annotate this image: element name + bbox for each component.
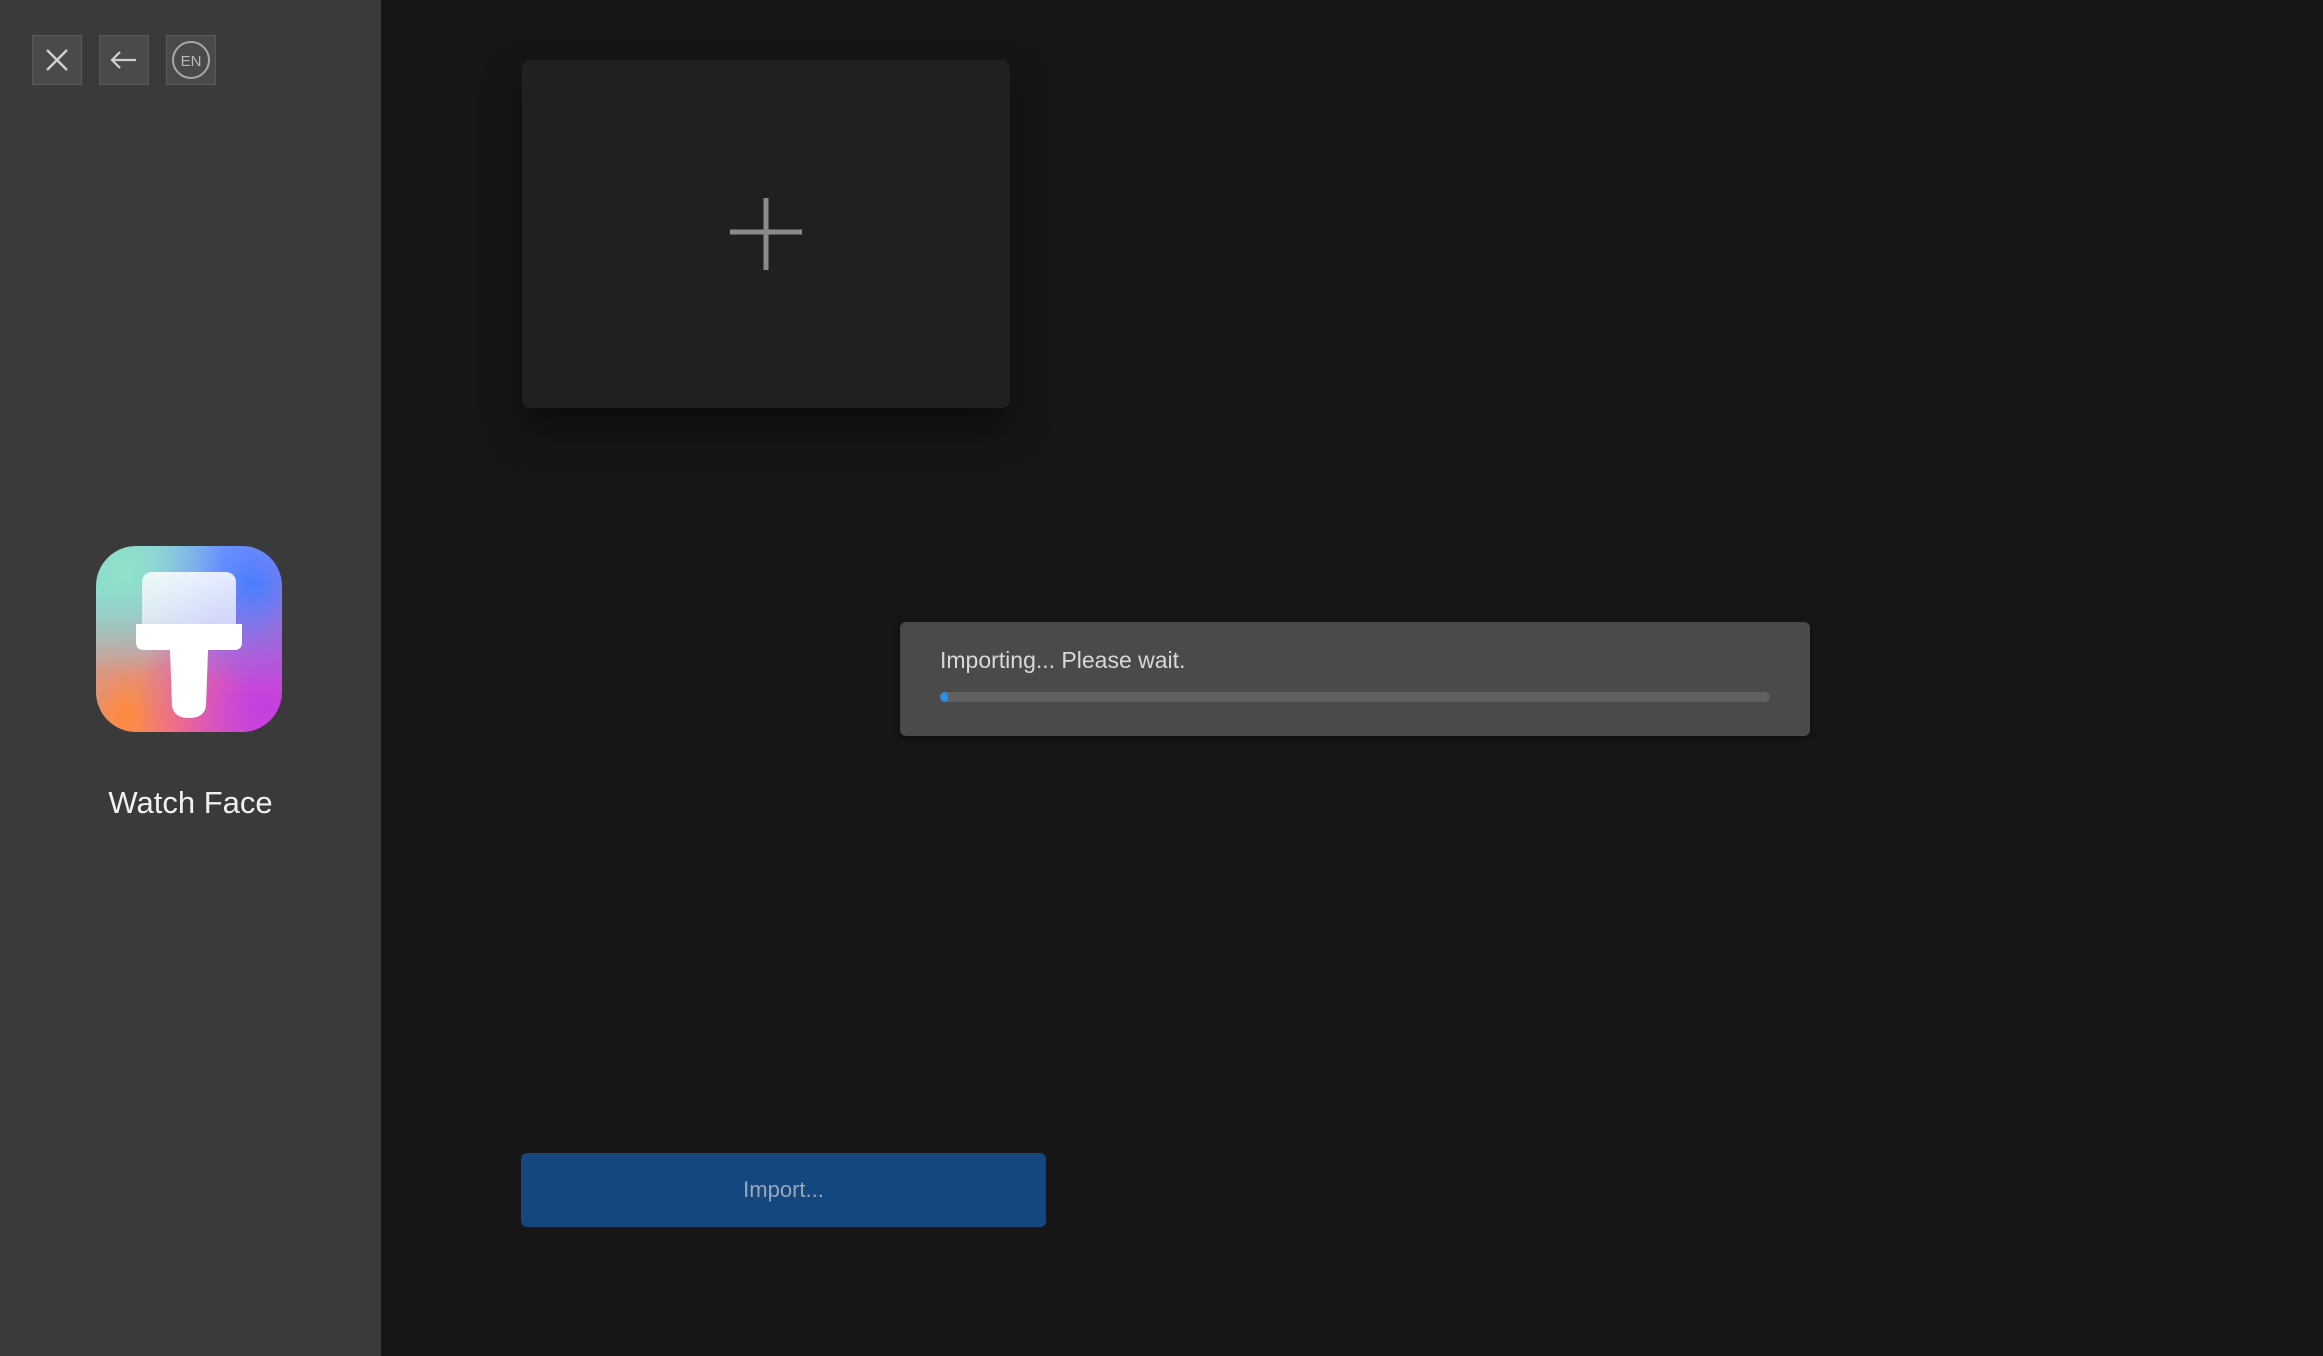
paintbrush-icon: [136, 572, 242, 718]
plus-icon: [730, 198, 802, 270]
arrow-left-icon: [110, 51, 136, 69]
import-progress-dialog: Importing... Please wait.: [900, 622, 1810, 736]
progress-bar-fill: [940, 692, 949, 702]
app-logo-icon: [96, 546, 282, 732]
progress-message: Importing... Please wait.: [940, 647, 1186, 673]
back-button[interactable]: [99, 35, 149, 85]
close-button[interactable]: [32, 35, 82, 85]
language-button[interactable]: EN: [166, 35, 216, 85]
import-button[interactable]: Import...: [521, 1153, 1046, 1227]
add-watch-face-card[interactable]: [522, 60, 1010, 408]
language-label: EN: [172, 41, 210, 79]
app-name: Watch Face: [108, 785, 273, 820]
app-window: EN Watch Face Importing... Please wait.: [0, 0, 2323, 1356]
close-icon: [46, 49, 68, 71]
sidebar: EN Watch Face: [0, 0, 381, 1356]
progress-bar: [940, 692, 1770, 702]
